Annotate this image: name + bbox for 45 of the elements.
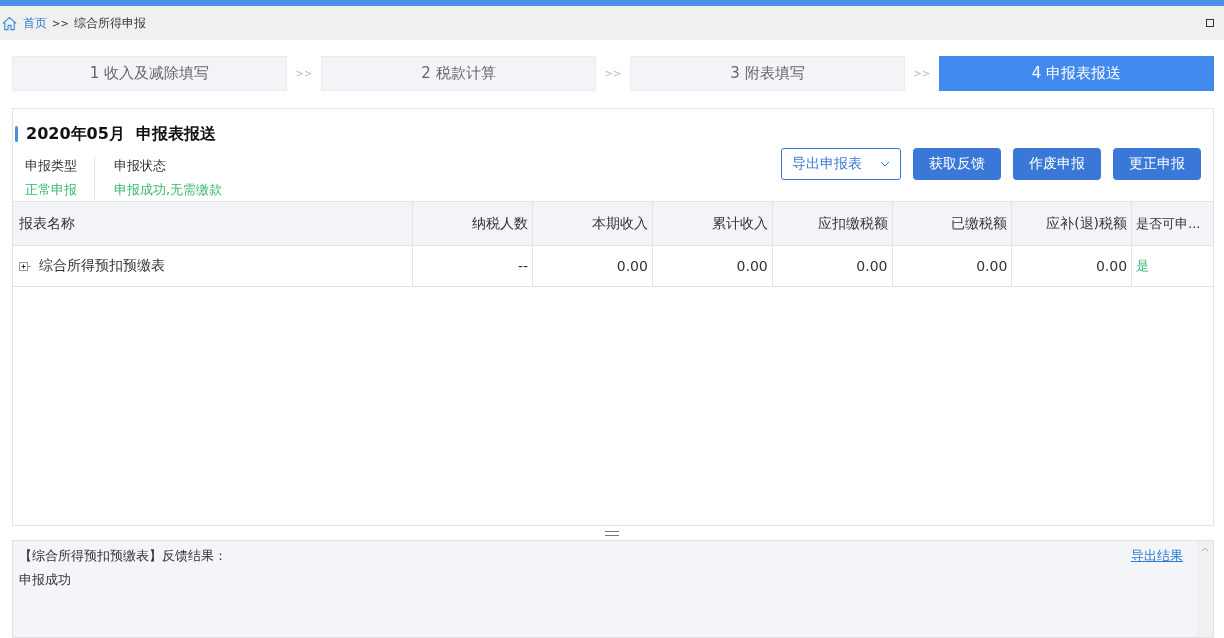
scrollbar[interactable]: [1197, 541, 1213, 637]
column-header: 应扣缴税额: [772, 202, 893, 245]
info-value: 正常申报: [25, 181, 77, 199]
title-accent: [15, 126, 18, 142]
feedback-message: 申报成功: [19, 571, 72, 589]
action-button[interactable]: 作废申报: [1013, 148, 1101, 180]
step-tab[interactable]: 4 申报表报送: [939, 56, 1214, 91]
info-label: 申报状态: [114, 157, 167, 175]
step-separator: >>: [912, 68, 932, 79]
table-cell-text: 是: [1135, 257, 1151, 275]
home-icon[interactable]: [2, 15, 17, 31]
row-name: 综合所得预扣预缴表: [39, 257, 165, 275]
step-tab[interactable]: 1 收入及减除填写: [12, 56, 287, 91]
chevron-down-icon: [880, 161, 890, 167]
feedback-heading: 【综合所得预扣预缴表】反馈结果：: [19, 547, 228, 565]
column-header: 报表名称: [13, 202, 414, 245]
info-label: 申报类型: [25, 157, 77, 175]
breadcrumb-separator: >>: [52, 17, 69, 29]
export-result-link[interactable]: 导出结果: [1131, 547, 1183, 637]
home-link[interactable]: 首页: [23, 14, 47, 32]
column-header: 累计收入: [652, 202, 773, 245]
table-cell: 0.00: [1012, 246, 1133, 286]
step-separator: >>: [294, 68, 314, 79]
step-separator: >>: [603, 68, 623, 79]
info-value: 申报成功,无需缴款: [114, 181, 223, 199]
breadcrumb-current: 综合所得申报: [73, 14, 146, 32]
export-dropdown[interactable]: 导出申报表: [781, 148, 901, 180]
table-cell: 0.00: [652, 246, 773, 286]
column-header: 本期收入: [533, 202, 653, 245]
restore-icon[interactable]: [1206, 19, 1214, 27]
table-cell: --: [413, 246, 534, 286]
table-cell: 0.00: [892, 246, 1013, 286]
table-cell: 0.00: [772, 246, 893, 286]
column-header: 纳税人数: [413, 202, 534, 245]
column-header: 是否可申...: [1135, 214, 1202, 233]
step-tab[interactable]: 3 附表填写: [630, 56, 905, 91]
splitter-handle[interactable]: [605, 530, 619, 536]
action-button[interactable]: 更正申报: [1113, 148, 1201, 180]
column-header: 应补(退)税额: [1012, 202, 1133, 245]
panel-title: 2020年05月 申报表报送: [26, 123, 216, 145]
action-button[interactable]: 获取反馈: [913, 148, 1001, 180]
step-tab[interactable]: 2 税款计算: [321, 56, 596, 91]
column-header: 已缴税额: [892, 202, 1013, 245]
expand-icon[interactable]: [19, 261, 31, 271]
table-cell: 0.00: [533, 246, 653, 286]
